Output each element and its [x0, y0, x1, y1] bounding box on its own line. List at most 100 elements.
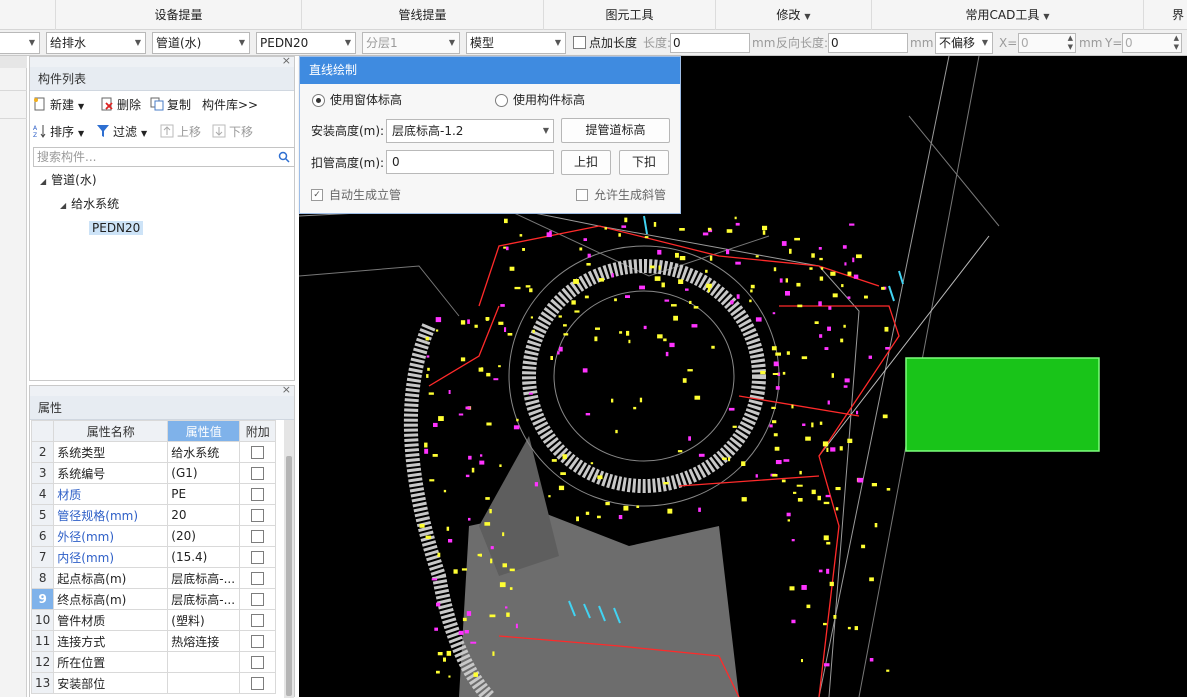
mode-select[interactable]: 模型 ▼: [466, 32, 566, 54]
deduct-down-button[interactable]: 下扣: [619, 150, 669, 175]
table-row[interactable]: 4 材质 PE: [30, 483, 277, 505]
component-name-select[interactable]: PEDN20 ▼: [256, 32, 356, 54]
pipe-fitting-mark: [473, 672, 478, 677]
property-value[interactable]: 层底标高-...: [167, 588, 241, 610]
extra-checkbox[interactable]: [251, 467, 265, 480]
table-row[interactable]: 8 起点标高(m) 层底标高-...: [30, 567, 277, 589]
table-row[interactable]: 10 管件材质 (塑料): [30, 609, 277, 631]
deduct-up-button[interactable]: 上扣: [561, 150, 611, 175]
extra-checkbox[interactable]: [251, 509, 265, 522]
move-up-button[interactable]: 上移: [160, 121, 201, 143]
table-row-selected[interactable]: 9 终点标高(m) 层底标高-...: [30, 588, 277, 610]
pipe-fitting-mark: [671, 304, 677, 307]
scrollbar-thumb[interactable]: [286, 456, 292, 696]
property-value[interactable]: [167, 672, 241, 694]
extra-checkbox[interactable]: [251, 446, 265, 459]
ribbon-group-cad-tools[interactable]: 常用CAD工具 ▼: [872, 0, 1144, 30]
deduct-height-input[interactable]: 0: [386, 150, 554, 174]
properties-scrollbar[interactable]: [284, 420, 294, 698]
table-row[interactable]: 12 所在位置: [30, 651, 277, 673]
delete-component-button[interactable]: 删除: [100, 94, 141, 116]
filter-button[interactable]: 过滤 ▼: [96, 121, 147, 143]
new-component-button[interactable]: 新建 ▼: [33, 94, 84, 116]
component-name-value: PEDN20: [260, 36, 309, 50]
property-value[interactable]: 层底标高-...: [167, 567, 241, 589]
reverse-length-unit: mm: [910, 36, 934, 50]
pipe-fitting-mark: [432, 454, 438, 457]
ribbon-group-element-tools[interactable]: 图元工具: [544, 0, 716, 30]
spin-arrows-icon[interactable]: ▲ ▼: [1174, 34, 1179, 52]
add-length-checkbox[interactable]: [573, 36, 586, 49]
length-input[interactable]: 0: [670, 33, 750, 53]
extra-checkbox[interactable]: [251, 551, 265, 564]
table-row[interactable]: 5 管径规格(mm) 20: [30, 504, 277, 526]
property-name: 系统类型: [53, 441, 169, 463]
tree-node-water-supply-system[interactable]: ◢ 给水系统: [60, 193, 119, 215]
selected-region-highlight[interactable]: [905, 357, 1100, 452]
pipe-fitting-mark: [559, 346, 563, 352]
extra-checkbox[interactable]: [251, 614, 265, 627]
property-value[interactable]: [167, 651, 241, 673]
search-icon[interactable]: [278, 151, 290, 163]
pipe-fitting-mark: [525, 285, 531, 288]
table-row[interactable]: 11 连接方式 热熔连接: [30, 630, 277, 652]
property-value[interactable]: (15.4): [167, 546, 241, 568]
property-value[interactable]: (G1): [167, 462, 241, 484]
move-down-button[interactable]: 下移: [212, 121, 253, 143]
expand-triangle-icon[interactable]: ◢: [60, 195, 66, 217]
component-search-input[interactable]: 搜索构件...: [33, 147, 295, 167]
pipe-fitting-mark: [687, 369, 693, 372]
table-row[interactable]: 2 系统类型 给水系统: [30, 441, 277, 463]
reverse-length-input[interactable]: 0: [828, 33, 908, 53]
ribbon-group-modify[interactable]: 修改 ▼: [716, 0, 872, 30]
table-row[interactable]: 7 内径(mm) (15.4): [30, 546, 277, 568]
table-row[interactable]: 3 系统编号 (G1): [30, 462, 277, 484]
extra-checkbox[interactable]: [251, 635, 265, 648]
sort-button[interactable]: A Z 排序 ▼: [33, 121, 84, 143]
offset-select[interactable]: 不偏移 ▼: [935, 32, 993, 54]
pipe-fitting-mark: [805, 436, 811, 441]
spin-arrows-icon[interactable]: ▲ ▼: [1068, 34, 1073, 52]
pipe-fitting-mark: [786, 512, 791, 517]
close-icon[interactable]: ×: [282, 54, 291, 67]
property-value[interactable]: (20): [167, 525, 241, 547]
property-value[interactable]: PE: [167, 483, 241, 505]
layer-select[interactable]: 分层1 ▼: [362, 32, 460, 54]
extra-checkbox[interactable]: [251, 530, 265, 543]
allow-slope-checkbox[interactable]: [576, 189, 588, 201]
property-value[interactable]: (塑料): [167, 609, 241, 631]
table-row[interactable]: 13 安装部位: [30, 672, 277, 694]
auto-riser-checkbox[interactable]: ✓: [311, 189, 323, 201]
use-component-elevation-radio[interactable]: [495, 94, 508, 107]
pipe-fitting-mark: [844, 262, 847, 266]
property-value[interactable]: 给水系统: [167, 441, 241, 463]
copy-component-button[interactable]: 复制: [150, 94, 191, 116]
component-type-select[interactable]: 管道(水) ▼: [152, 32, 250, 54]
use-window-elevation-radio[interactable]: [312, 94, 325, 107]
extra-checkbox[interactable]: [251, 656, 265, 669]
component-library-button[interactable]: 构件库>>: [202, 94, 258, 116]
x-coord-input[interactable]: 0 ▲ ▼: [1018, 33, 1076, 53]
expand-triangle-icon[interactable]: ◢: [40, 171, 46, 193]
property-value[interactable]: 20: [167, 504, 241, 526]
toolbar-leftmost-combo[interactable]: ▼: [0, 32, 40, 54]
y-coord-input[interactable]: 0 ▲ ▼: [1122, 33, 1182, 53]
extra-checkbox[interactable]: [251, 488, 265, 501]
table-row[interactable]: 6 外径(mm) (20): [30, 525, 277, 547]
property-value[interactable]: 热熔连接: [167, 630, 241, 652]
extra-checkbox[interactable]: [251, 593, 265, 606]
tree-node-pipe-water[interactable]: ◢ 管道(水): [40, 169, 97, 191]
ribbon-group-equipment-takeoff[interactable]: 设备提量: [56, 0, 302, 30]
new-component-label: 新建: [50, 98, 75, 112]
pipe-fitting-mark: [833, 615, 837, 619]
pick-pipe-elevation-button[interactable]: 提管道标高: [561, 118, 670, 143]
install-height-select[interactable]: 层底标高-1.2 ▼: [386, 119, 554, 143]
extra-checkbox[interactable]: [251, 677, 265, 690]
category-select[interactable]: 给排水 ▼: [46, 32, 146, 54]
ribbon-group-interface[interactable]: 界: [1144, 0, 1187, 30]
extra-checkbox[interactable]: [251, 572, 265, 585]
close-icon[interactable]: ×: [282, 383, 291, 396]
tree-node-label: 给水系统: [71, 197, 120, 211]
tree-node-pedn20[interactable]: PEDN20: [89, 217, 144, 239]
ribbon-group-pipeline-takeoff[interactable]: 管线提量: [302, 0, 544, 30]
